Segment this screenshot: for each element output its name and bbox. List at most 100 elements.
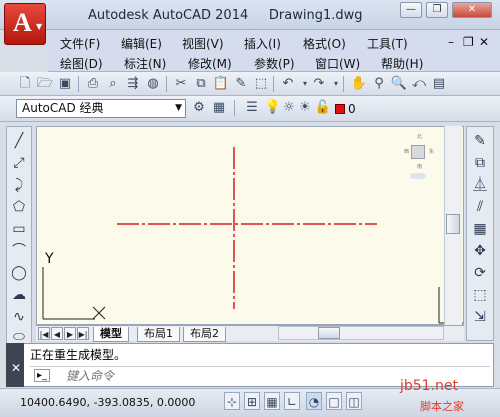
workspace-settings-icon[interactable]: ⚙ [190, 99, 208, 117]
mdi-minimize-button[interactable]: – [448, 35, 454, 49]
erase-icon[interactable]: ✎ [470, 131, 490, 151]
viewcube-face[interactable] [411, 145, 425, 159]
move-icon[interactable]: ✥ [470, 241, 490, 261]
layer-color-swatch [335, 104, 345, 114]
block-editor-icon[interactable]: ⬚ [252, 75, 270, 93]
construction-line-icon[interactable]: ⤢ [9, 153, 29, 173]
undo-icon[interactable]: ↶ [279, 75, 297, 93]
menu-view[interactable]: 视图(V) [182, 35, 224, 52]
viewcube-east[interactable]: 东 [429, 148, 434, 155]
copy-object-icon[interactable]: ⧉ [470, 153, 490, 173]
app-name: Autodesk AutoCAD 2014 [88, 8, 249, 23]
redo-icon[interactable]: ↷ [310, 75, 328, 93]
toolbar-separator [166, 76, 167, 92]
horizontal-scrollbar[interactable] [278, 326, 444, 340]
menu-help[interactable]: 帮助(H) [381, 55, 423, 72]
menu-tools[interactable]: 工具(T) [367, 35, 408, 52]
publish-icon[interactable]: ⇶ [124, 75, 142, 93]
plot-icon[interactable]: ⎙ [84, 75, 102, 93]
3d-osnap-icon[interactable]: ◫ [346, 392, 362, 410]
polyline-icon[interactable]: ⤸ [9, 175, 29, 195]
zoom-realtime-icon[interactable]: ⚲ [370, 75, 388, 93]
array-icon[interactable]: ▦ [470, 219, 490, 239]
revision-cloud-icon[interactable]: ☁ [9, 285, 29, 305]
polygon-icon[interactable]: ⬠ [9, 197, 29, 217]
save-icon[interactable]: ▣ [56, 75, 74, 93]
viewcube[interactable]: 北 西 东 南 [404, 133, 438, 183]
prev-tab-button[interactable]: ◀ [51, 327, 63, 340]
menu-draw[interactable]: 绘图(D) [60, 55, 103, 72]
viewcube-south[interactable]: 南 [417, 163, 422, 170]
rotate-icon[interactable]: ⟳ [470, 263, 490, 283]
match-properties-icon[interactable]: ✎ [232, 75, 250, 93]
zoom-previous-icon[interactable]: ⤺ [410, 75, 428, 93]
current-layer-name[interactable]: 0 [348, 102, 356, 116]
minimize-button[interactable]: — [400, 2, 422, 18]
horizontal-scroll-thumb[interactable] [318, 327, 340, 339]
my-workspace-icon[interactable]: ▦ [210, 99, 228, 117]
workspace-selected-label: AutoCAD 经典 [22, 101, 104, 115]
drawing-canvas[interactable]: Y X [36, 126, 464, 325]
menu-format[interactable]: 格式(O) [303, 35, 346, 52]
menu-file[interactable]: 文件(F) [60, 35, 100, 52]
circle-icon[interactable]: ◯ [9, 263, 29, 283]
mirror-icon[interactable]: ⏅ [470, 175, 490, 195]
menu-dimension[interactable]: 标注(N) [124, 55, 166, 72]
rectangle-icon[interactable]: ▭ [9, 219, 29, 239]
close-icon[interactable]: ✕ [11, 361, 21, 375]
infer-constraints-icon[interactable]: ⊹ [224, 392, 240, 410]
toolbar-separator [273, 76, 274, 92]
paste-icon[interactable]: 📋 [212, 75, 230, 93]
vertical-scroll-thumb[interactable] [446, 214, 460, 234]
viewcube-north[interactable]: 北 [417, 133, 422, 140]
layer-properties-icon[interactable]: ☰ [243, 99, 261, 117]
wcs-menu[interactable] [410, 173, 426, 179]
viewcube-west[interactable]: 西 [404, 148, 409, 155]
layer-viewport-icon[interactable]: ☀ [296, 99, 314, 117]
snap-mode-icon[interactable]: ⊞ [244, 392, 260, 410]
restore-button[interactable]: ❐ [426, 2, 448, 18]
spline-icon[interactable]: ∿ [9, 307, 29, 327]
close-button[interactable]: ✕ [452, 2, 492, 18]
line-icon[interactable]: ╱ [9, 131, 29, 151]
new-file-icon[interactable]: 🗋 [16, 75, 34, 93]
ortho-mode-icon[interactable]: ∟ [284, 392, 300, 410]
command-input[interactable] [66, 368, 366, 384]
pan-icon[interactable]: ✋ [350, 75, 368, 93]
object-snap-icon[interactable]: □ [326, 392, 342, 410]
print-preview-icon[interactable]: ⌕ [104, 75, 122, 93]
tab-layout1[interactable]: 布局1 [137, 327, 180, 342]
scale-icon[interactable]: ⬚ [470, 285, 490, 305]
menu-insert[interactable]: 插入(I) [244, 35, 281, 52]
command-window-grip[interactable]: ✕ [6, 343, 24, 387]
arc-icon[interactable]: ⌒ [9, 241, 29, 261]
menu-edit[interactable]: 编辑(E) [121, 35, 162, 52]
properties-icon[interactable]: ▤ [430, 75, 448, 93]
toolbar-separator [234, 100, 235, 116]
grid-display-icon[interactable]: ▦ [264, 392, 280, 410]
polar-tracking-icon[interactable]: ◔ [306, 392, 322, 410]
mdi-restore-button[interactable]: ❐ [463, 35, 474, 49]
next-tab-button[interactable]: ▶ [64, 327, 76, 340]
coordinate-readout[interactable]: 10400.6490, -393.0835, 0.0000 [20, 396, 195, 409]
first-tab-button[interactable]: |◀ [38, 327, 50, 340]
modify-toolbar: ✎ ⧉ ⏅ ⫽ ▦ ✥ ⟳ ⬚ ⇲ [466, 126, 494, 341]
tab-layout2[interactable]: 布局2 [183, 327, 226, 342]
copy-icon[interactable]: ⧉ [192, 75, 210, 93]
cut-icon[interactable]: ✂ [172, 75, 190, 93]
stretch-icon[interactable]: ⇲ [470, 307, 490, 327]
mdi-close-button[interactable]: ✕ [479, 35, 489, 49]
workspace-select[interactable]: AutoCAD 经典 ▼ [16, 99, 186, 118]
open-file-icon[interactable]: 🗁 [36, 75, 54, 93]
layer-lock-icon[interactable]: 🔓 [314, 99, 332, 117]
menu-modify[interactable]: 修改(M) [188, 55, 232, 72]
tab-model[interactable]: 模型 [93, 327, 129, 342]
offset-icon[interactable]: ⫽ [470, 197, 490, 217]
application-menu-button[interactable]: A ▼ [4, 3, 46, 45]
menu-window[interactable]: 窗口(W) [315, 55, 360, 72]
zoom-window-icon[interactable]: 🔍 [390, 75, 408, 93]
last-tab-button[interactable]: ▶| [77, 327, 89, 340]
command-prompt-icon[interactable]: ▸_ [34, 369, 51, 382]
3d-dwf-icon[interactable]: ◍ [144, 75, 162, 93]
menu-parametric[interactable]: 参数(P) [254, 55, 295, 72]
